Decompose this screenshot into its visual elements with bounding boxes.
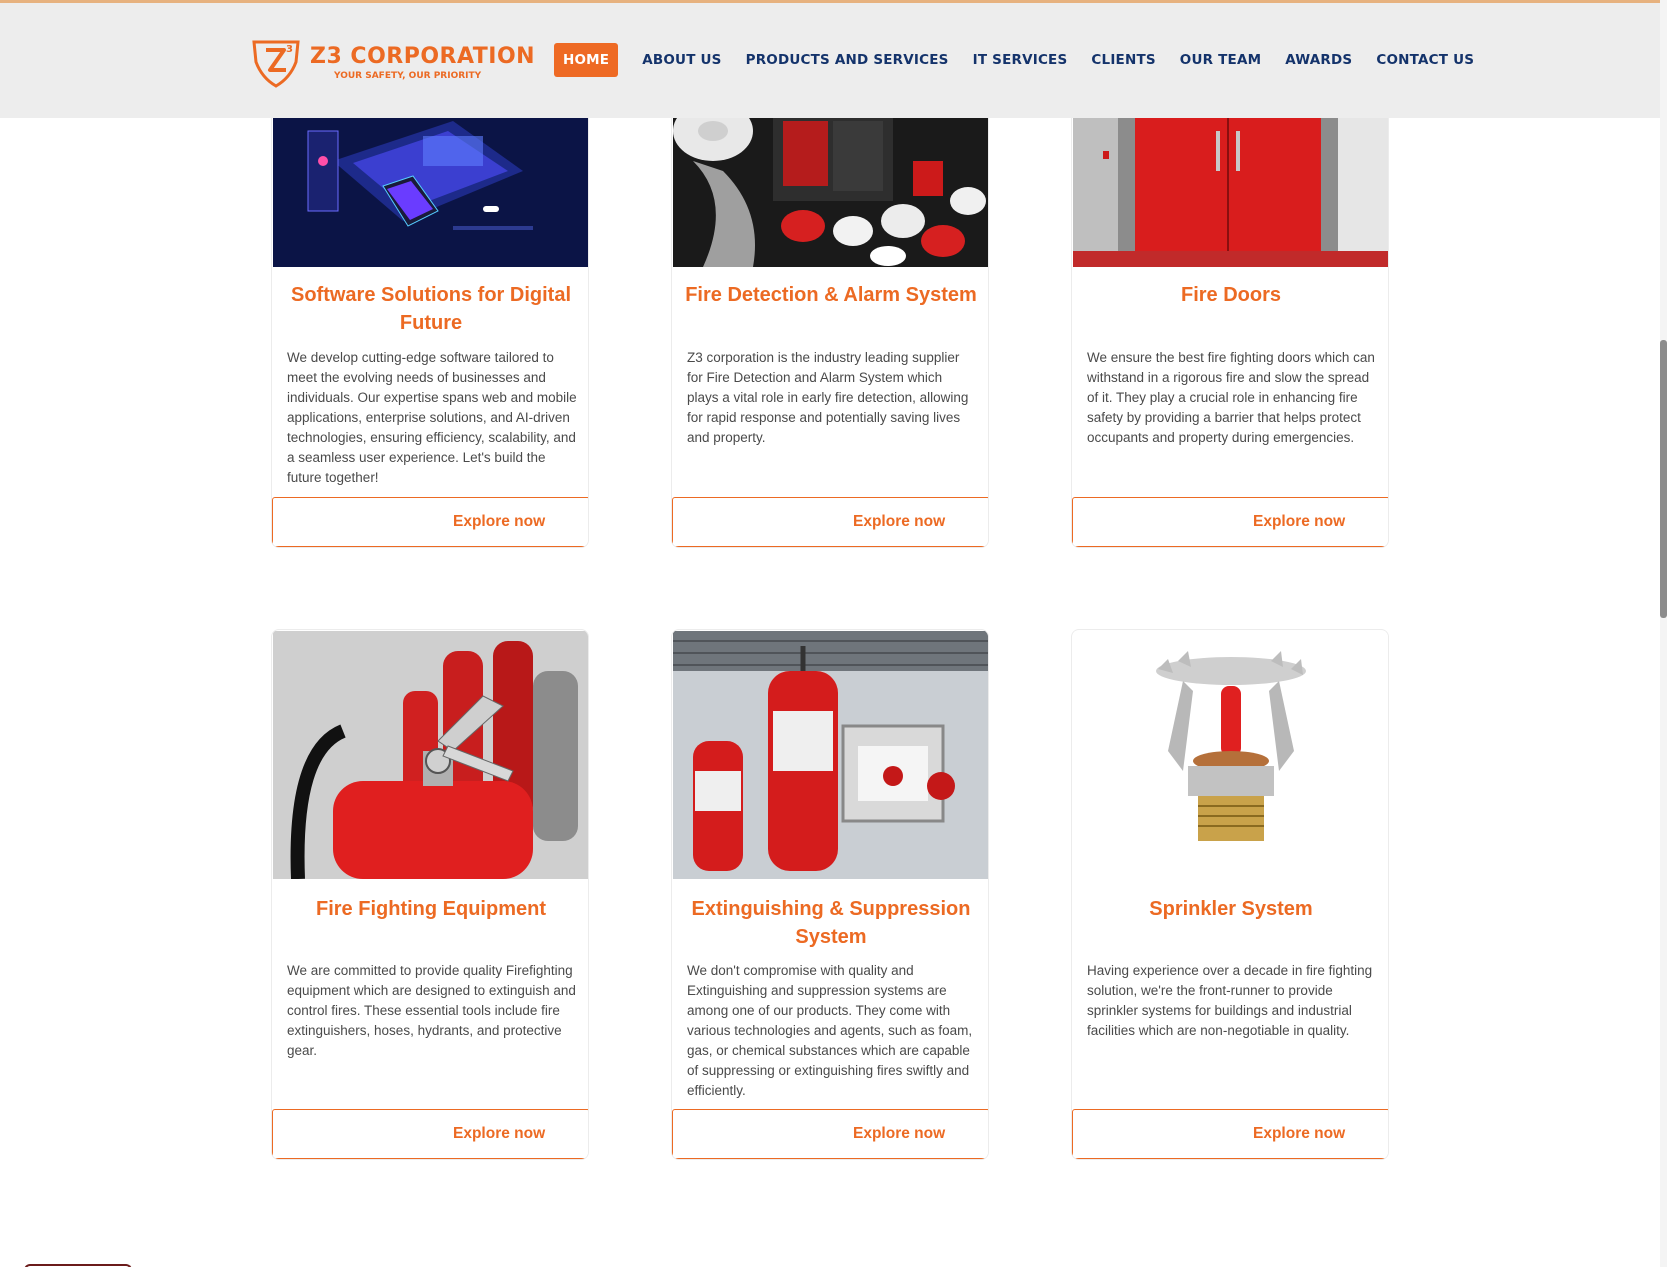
card-extinguishing-suppression: Extinguishing & Suppression System We do… <box>671 629 989 1160</box>
explore-now-button[interactable]: Explore now <box>272 497 588 547</box>
explore-now-button[interactable]: Explore now <box>1072 497 1388 547</box>
main-nav: HOME ABOUT US PRODUCTS AND SERVICES IT S… <box>554 43 1498 77</box>
card-description: Having experience over a decade in fire … <box>1087 963 1373 1038</box>
brand-name: Z3 CORPORATION <box>310 43 536 69</box>
sprinkler-head-image <box>1073 631 1388 879</box>
site-header: 3 Z3 CORPORATION YOUR SAFETY, OUR PRIORI… <box>0 3 1660 118</box>
nav-our-team[interactable]: OUR TEAM <box>1180 52 1261 68</box>
nav-it-services[interactable]: IT SERVICES <box>973 52 1068 68</box>
fire-extinguishers-image <box>273 631 588 879</box>
explore-now-button[interactable]: Explore now <box>272 1109 588 1159</box>
nav-contact-us[interactable]: CONTACT US <box>1376 52 1474 68</box>
card-fire-doors: Fire Doors We ensure the best fire fight… <box>1071 90 1389 548</box>
nav-clients[interactable]: CLIENTS <box>1091 52 1155 68</box>
card-title: Fire Doors <box>1180 284 1282 306</box>
logo[interactable]: 3 Z3 CORPORATION YOUR SAFETY, OUR PRIORI… <box>250 36 535 88</box>
svg-text:3: 3 <box>286 44 293 55</box>
card-title: Sprinkler System <box>1149 898 1313 920</box>
brand-tagline: YOUR SAFETY, OUR PRIORITY <box>334 70 482 81</box>
shield-logo-icon: 3 <box>252 40 300 88</box>
card-description: We are committed to provide quality Fire… <box>287 963 576 1058</box>
card-fire-detection: Fire Detection & Alarm System Z3 corpora… <box>671 90 989 548</box>
card-title: Software Solutions for Digital Future <box>290 284 571 334</box>
nav-awards[interactable]: AWARDS <box>1285 52 1352 68</box>
card-title: Fire Fighting Equipment <box>316 898 546 920</box>
scrollbar-track[interactable] <box>1660 0 1667 1267</box>
explore-now-button[interactable]: Explore now <box>1072 1109 1388 1159</box>
suppression-cylinders-image <box>673 631 988 879</box>
card-description: We ensure the best fire fighting doors w… <box>1087 350 1375 445</box>
scrollbar-thumb[interactable] <box>1660 340 1667 618</box>
nav-about-us[interactable]: ABOUT US <box>642 52 721 68</box>
card-description: We develop cutting-edge software tailore… <box>287 350 577 485</box>
nav-home[interactable]: HOME <box>554 43 619 77</box>
card-description: We don't compromise with quality and Ext… <box>687 963 973 1098</box>
page: 3 Z3 CORPORATION YOUR SAFETY, OUR PRIORI… <box>0 0 1667 1267</box>
card-title: Extinguishing & Suppression System <box>691 898 971 948</box>
card-title: Fire Detection & Alarm System <box>685 284 977 306</box>
card-fire-fighting-equipment: Fire Fighting Equipment We are committed… <box>271 629 589 1160</box>
nav-products-and-services[interactable]: PRODUCTS AND SERVICES <box>746 52 949 68</box>
card-description: Z3 corporation is the industry leading s… <box>687 350 969 445</box>
card-sprinkler-system: Sprinkler System Having experience over … <box>1071 629 1389 1160</box>
explore-now-button[interactable]: Explore now <box>672 1109 988 1159</box>
explore-now-button[interactable]: Explore now <box>672 497 988 547</box>
card-software: Software Solutions for Digital Future We… <box>271 90 589 548</box>
